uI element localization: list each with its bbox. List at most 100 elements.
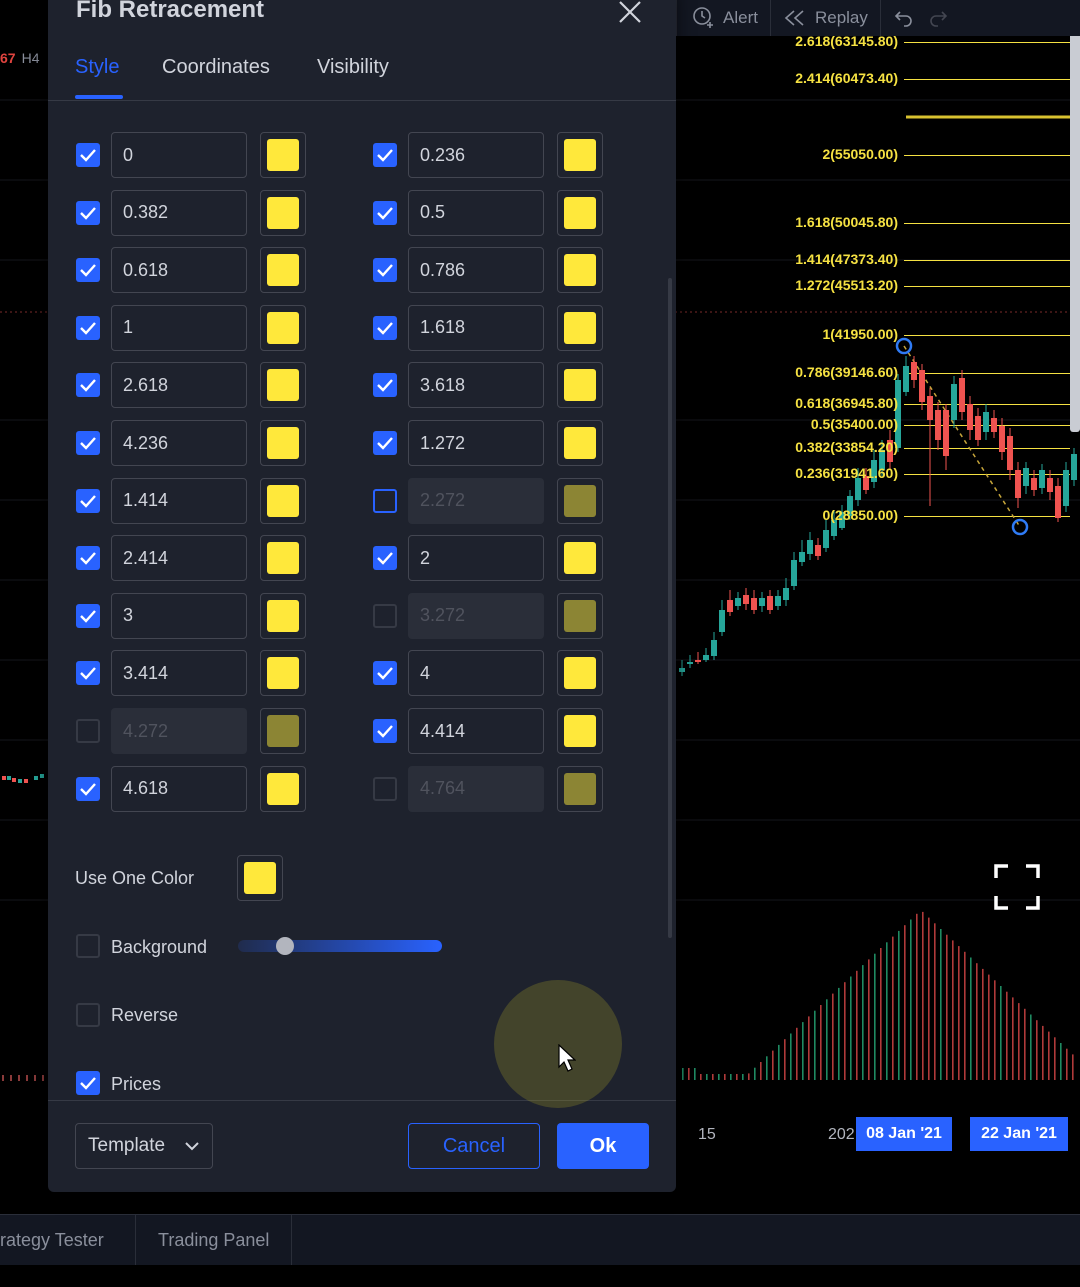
level-color-swatch[interactable] (557, 535, 603, 582)
level-color-swatch[interactable] (557, 362, 603, 409)
level-value-input[interactable]: 2 (408, 535, 544, 582)
level-checkbox[interactable] (76, 431, 100, 455)
cancel-button[interactable]: Cancel (408, 1123, 540, 1169)
level-checkbox[interactable] (373, 719, 397, 743)
level-checkbox[interactable] (76, 488, 100, 513)
level-color-swatch[interactable] (557, 132, 603, 178)
level-color-swatch[interactable] (260, 362, 306, 409)
level-checkbox[interactable] (373, 373, 397, 398)
level-color-swatch[interactable] (260, 420, 306, 466)
background-opacity-slider[interactable] (238, 940, 442, 952)
level-value-input[interactable]: 2.272 (408, 477, 544, 524)
level-checkbox[interactable] (373, 546, 397, 571)
level-value-input[interactable]: 0.236 (408, 132, 544, 178)
level-color-swatch[interactable] (557, 477, 603, 524)
level-checkbox[interactable] (76, 373, 100, 398)
level-value-input[interactable]: 4.764 (408, 765, 544, 812)
level-checkbox[interactable] (76, 315, 100, 340)
level-color-swatch[interactable] (260, 765, 306, 812)
level-color-swatch[interactable] (557, 304, 603, 351)
level-checkbox[interactable] (76, 143, 100, 167)
level-checkbox[interactable] (373, 776, 397, 801)
level-value-input[interactable]: 4.272 (111, 708, 247, 754)
level-value-input[interactable]: 2.618 (111, 362, 247, 409)
undo-button[interactable] (879, 0, 927, 36)
level-value-input[interactable]: 3.414 (111, 650, 247, 697)
scrollbar[interactable] (668, 278, 672, 938)
checkmark-icon (377, 437, 393, 450)
candle-body (991, 418, 997, 432)
level-checkbox[interactable] (373, 661, 397, 686)
level-value-input[interactable]: 0.382 (111, 189, 247, 236)
level-color-swatch[interactable] (557, 708, 603, 754)
level-value-input[interactable]: 3.272 (408, 592, 544, 639)
level-value-input[interactable]: 1.414 (111, 477, 247, 524)
tab-style[interactable]: Style (75, 56, 119, 79)
level-color-swatch[interactable] (557, 420, 603, 466)
level-value-input[interactable]: 0.786 (408, 247, 544, 294)
symbol-value: 67 (0, 50, 16, 66)
tab-trading-panel[interactable]: Trading Panel (136, 1215, 293, 1265)
tab-visibility[interactable]: Visibility (317, 56, 389, 79)
level-checkbox[interactable] (373, 488, 397, 513)
level-value-input[interactable]: 0 (111, 132, 247, 178)
level-checkbox[interactable] (373, 143, 397, 167)
level-checkbox[interactable] (76, 603, 100, 628)
use-one-color-swatch[interactable] (237, 855, 283, 901)
level-value-input[interactable]: 4 (408, 650, 544, 697)
redo-button[interactable] (927, 0, 961, 36)
level-value-input[interactable]: 1.272 (408, 420, 544, 466)
level-checkbox[interactable] (76, 200, 100, 225)
level-color-swatch[interactable] (557, 189, 603, 236)
level-color-swatch[interactable] (260, 535, 306, 582)
level-value-input[interactable]: 1 (111, 304, 247, 351)
level-color-swatch[interactable] (260, 477, 306, 524)
level-value-input[interactable]: 4.414 (408, 708, 544, 754)
level-value-input[interactable]: 4.236 (111, 420, 247, 466)
volume-bar (712, 1074, 714, 1080)
level-color-swatch[interactable] (260, 189, 306, 236)
level-value-input[interactable]: 3.618 (408, 362, 544, 409)
replay-button[interactable]: Replay (769, 0, 880, 36)
level-value-input[interactable]: 3 (111, 592, 247, 639)
level-color-swatch[interactable] (557, 247, 603, 294)
tab-strategy-tester[interactable]: rategy Tester (0, 1215, 136, 1265)
level-checkbox[interactable] (76, 661, 100, 686)
fib-level-label: 2.414(60473.40) (795, 70, 898, 86)
level-checkbox[interactable] (76, 719, 100, 743)
tab-coordinates[interactable]: Coordinates (162, 56, 270, 79)
level-checkbox[interactable] (76, 258, 100, 283)
level-checkbox[interactable] (373, 200, 397, 225)
level-color-swatch[interactable] (260, 650, 306, 697)
level-value-input[interactable]: 4.618 (111, 765, 247, 812)
level-value-input[interactable]: 1.618 (408, 304, 544, 351)
level-color-swatch[interactable] (557, 650, 603, 697)
level-value-input[interactable]: 2.414 (111, 535, 247, 582)
level-color-swatch[interactable] (260, 247, 306, 294)
level-color-swatch[interactable] (260, 304, 306, 351)
volume-bar (1024, 1008, 1026, 1080)
level-checkbox[interactable] (373, 431, 397, 455)
level-checkbox[interactable] (76, 546, 100, 571)
level-value-input[interactable]: 0.618 (111, 247, 247, 294)
level-checkbox[interactable] (373, 315, 397, 340)
fullscreen-icon[interactable] (994, 864, 1040, 910)
level-checkbox[interactable] (76, 776, 100, 801)
alert-button[interactable]: Alert (676, 0, 770, 36)
template-dropdown[interactable]: Template (75, 1123, 213, 1169)
level-color-swatch[interactable] (260, 708, 306, 754)
level-color-swatch[interactable] (260, 592, 306, 639)
close-icon[interactable] (616, 0, 644, 26)
level-checkbox[interactable] (373, 258, 397, 283)
level-color-swatch[interactable] (260, 132, 306, 178)
volume-bar (988, 974, 990, 1080)
background-checkbox[interactable] (76, 934, 100, 958)
level-color-swatch[interactable] (557, 765, 603, 812)
ok-button[interactable]: Ok (557, 1123, 649, 1169)
level-value-input[interactable]: 0.5 (408, 189, 544, 236)
slider-thumb[interactable] (276, 937, 294, 955)
reverse-checkbox[interactable] (76, 1003, 100, 1027)
prices-checkbox[interactable] (76, 1071, 100, 1095)
level-color-swatch[interactable] (557, 592, 603, 639)
level-checkbox[interactable] (373, 603, 397, 628)
